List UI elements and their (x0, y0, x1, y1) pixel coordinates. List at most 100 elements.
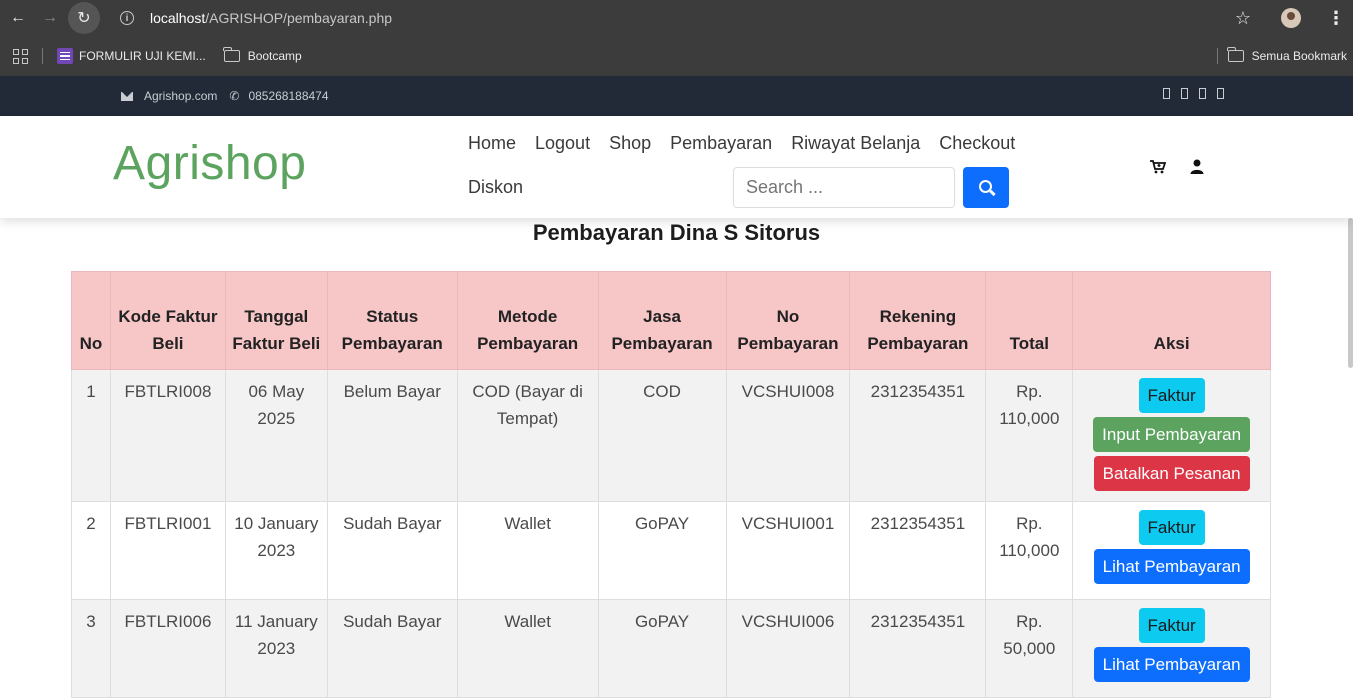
cell-tanggal: 06 May 2025 (224, 369, 328, 502)
bookmark-label: Bootcamp (247, 49, 302, 63)
faktur-button[interactable]: Faktur (1138, 510, 1205, 545)
table-row: 2 FBTLRI001 10 January 2023 Sudah Bayar … (71, 501, 1271, 600)
cell-no: 1 (71, 369, 111, 502)
cell-no-pembayaran: VCSHUI001 (725, 501, 851, 600)
cell-metode: COD (Bayar di Tempat) (456, 369, 599, 502)
social-links (1163, 88, 1224, 99)
table-row: 1 FBTLRI008 06 May 2025 Belum Bayar COD … (71, 369, 1271, 502)
address-bar[interactable]: i localhost/AGRISHOP/pembayaran.php (120, 0, 392, 36)
url-path: /AGRISHOP/pembayaran.php (205, 10, 393, 26)
contact-email: Agrishop.com (144, 89, 218, 103)
site-logo[interactable]: Agrishop (113, 136, 306, 191)
cell-no: 2 (71, 501, 111, 600)
back-button[interactable]: ← (2, 2, 34, 34)
col-header-aksi: Aksi (1072, 271, 1271, 370)
profile-avatar[interactable] (1281, 8, 1301, 28)
col-header-metode: Metode Pembayaran (456, 271, 599, 370)
menu-kebab-icon[interactable]: ⋮ (1327, 8, 1345, 29)
cell-jasa: GoPAY (597, 501, 727, 600)
folder-icon (223, 47, 240, 62)
phone-icon: ✆ (229, 89, 240, 103)
url-host: localhost (150, 10, 206, 26)
forward-button[interactable]: → (34, 2, 66, 34)
cell-no: 3 (71, 599, 111, 698)
faktur-button[interactable]: Faktur (1138, 608, 1205, 643)
bookmark-formulir[interactable]: FORMULIR UJI KEMI... (57, 48, 206, 64)
col-header-no-pembayaran: No Pembayaran (725, 271, 851, 370)
bookmark-label: FORMULIR UJI KEMI... (79, 49, 206, 63)
search-button[interactable] (963, 167, 1009, 208)
contact-phone: 085268188474 (248, 89, 329, 103)
cell-jasa: COD (597, 369, 727, 502)
envelope-icon (121, 91, 133, 101)
nav-checkout[interactable]: Checkout (939, 133, 1015, 154)
cell-tanggal: 10 January 2023 (224, 501, 328, 600)
payment-table: No Kode Faktur Beli Tanggal Faktur Beli … (71, 271, 1271, 698)
cell-kode: FBTLRI008 (109, 369, 226, 502)
apps-grid-icon[interactable] (13, 48, 28, 64)
cell-jasa: GoPAY (597, 599, 727, 698)
col-header-jasa: Jasa Pembayaran (597, 271, 727, 370)
col-header-rekening: Rekening Pembayaran (849, 271, 987, 370)
social-linkedin-icon[interactable] (1217, 88, 1224, 99)
cell-kode: FBTLRI006 (109, 599, 226, 698)
browser-toolbar: ← → ↻ i localhost/AGRISHOP/pembayaran.ph… (0, 0, 1353, 36)
cell-tanggal: 11 January 2023 (224, 599, 328, 698)
bookmarks-divider (42, 48, 43, 64)
bookmark-bootcamp[interactable]: Bootcamp (223, 47, 302, 63)
cell-total: Rp. 110,000 (985, 369, 1074, 502)
col-header-status: Status Pembayaran (326, 271, 458, 370)
cart-icon[interactable] (1150, 160, 1166, 174)
cell-metode: Wallet (456, 599, 599, 698)
cell-no-pembayaran: VCSHUI008 (725, 369, 851, 502)
social-facebook-icon[interactable] (1163, 88, 1170, 99)
col-header-no: No (71, 271, 111, 370)
cell-aksi: Faktur Lihat Pembayaran (1072, 599, 1271, 698)
nav-home[interactable]: Home (468, 133, 516, 154)
lihat-pembayaran-button[interactable]: Lihat Pembayaran (1093, 647, 1250, 682)
table-header-row: No Kode Faktur Beli Tanggal Faktur Beli … (71, 271, 1271, 370)
cell-rekening: 2312354351 (849, 599, 987, 698)
nav-logout[interactable]: Logout (535, 133, 590, 154)
cell-rekening: 2312354351 (849, 501, 987, 600)
col-header-tanggal: Tanggal Faktur Beli (224, 271, 328, 370)
cell-status: Belum Bayar (326, 369, 458, 502)
search-icon (978, 180, 992, 193)
site-info-icon[interactable]: i (120, 11, 134, 25)
faktur-button[interactable]: Faktur (1138, 378, 1205, 413)
cell-no-pembayaran: VCSHUI006 (725, 599, 851, 698)
user-icon[interactable] (1190, 159, 1204, 174)
lihat-pembayaran-button[interactable]: Lihat Pembayaran (1093, 549, 1250, 584)
nav-shop[interactable]: Shop (609, 133, 651, 154)
table-row: 3 FBTLRI006 11 January 2023 Sudah Bayar … (71, 599, 1271, 698)
col-header-kode: Kode Faktur Beli (109, 271, 226, 370)
cell-metode: Wallet (456, 501, 599, 600)
cell-total: Rp. 110,000 (985, 501, 1074, 600)
page-scrollbar[interactable] (1348, 218, 1353, 368)
nav-pembayaran[interactable]: Pembayaran (670, 133, 772, 154)
col-header-total: Total (985, 271, 1074, 370)
bookmark-star-icon[interactable]: ☆ (1235, 8, 1251, 29)
bookmarks-bar: FORMULIR UJI KEMI... Bootcamp Semua Book… (0, 36, 1353, 76)
all-bookmarks[interactable]: Semua Bookmark (1227, 47, 1347, 63)
bookmarks-divider (1216, 48, 1218, 64)
all-bookmarks-label: Semua Bookmark (1251, 49, 1347, 63)
cell-total: Rp. 50,000 (985, 599, 1074, 698)
batalkan-pesanan-button[interactable]: Batalkan Pesanan (1093, 456, 1250, 491)
folder-icon (1227, 47, 1244, 62)
site-header: Agrishop Home Logout Shop Pembayaran Riw… (0, 116, 1353, 218)
search-input[interactable] (733, 167, 955, 208)
top-info-bar: Agrishop.com ✆ 085268188474 (0, 76, 1353, 116)
nav-riwayat-belanja[interactable]: Riwayat Belanja (791, 133, 920, 154)
cell-kode: FBTLRI001 (109, 501, 226, 600)
cell-aksi: Faktur Input Pembayaran Batalkan Pesanan (1072, 369, 1271, 502)
page-title: Pembayaran Dina S Sitorus (532, 220, 821, 245)
social-instagram-icon[interactable] (1199, 88, 1206, 99)
cell-status: Sudah Bayar (326, 599, 458, 698)
forms-icon (57, 48, 73, 64)
social-twitter-icon[interactable] (1181, 88, 1188, 99)
reload-button[interactable]: ↻ (68, 2, 100, 34)
input-pembayaran-button[interactable]: Input Pembayaran (1093, 417, 1251, 452)
nav-diskon[interactable]: Diskon (468, 177, 523, 198)
cell-rekening: 2312354351 (849, 369, 987, 502)
